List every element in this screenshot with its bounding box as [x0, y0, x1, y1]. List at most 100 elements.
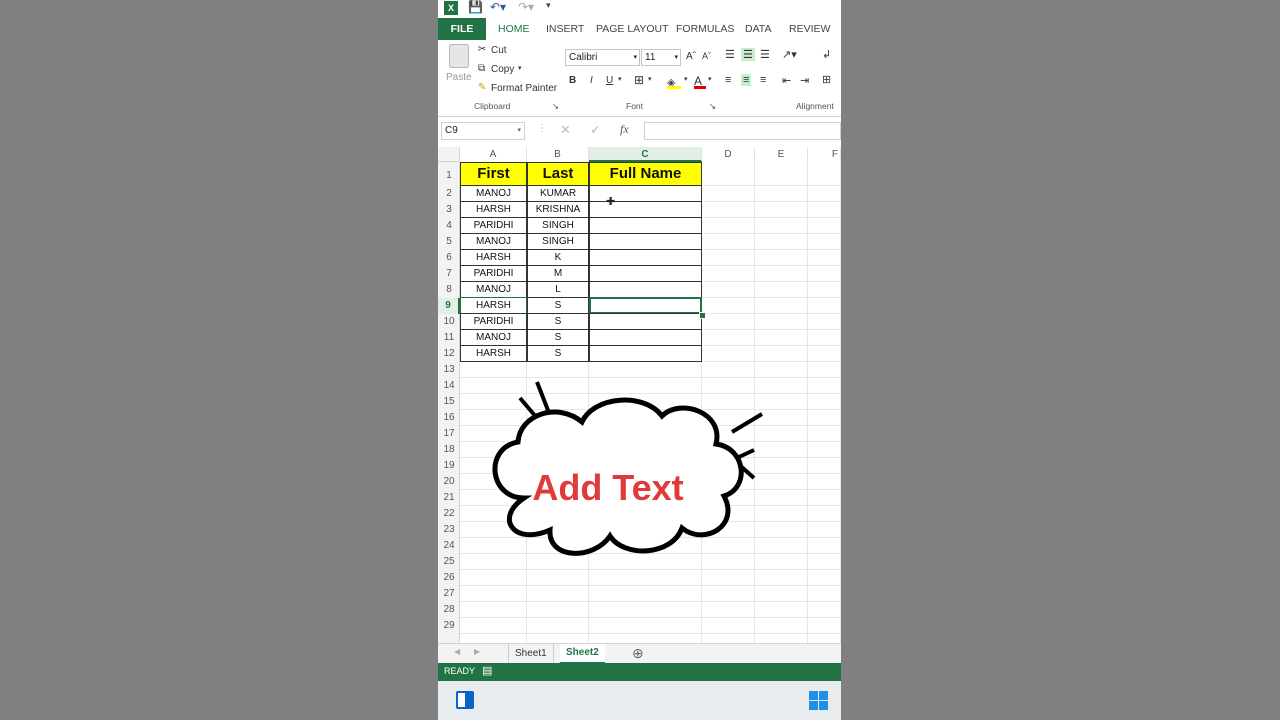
cut-button[interactable]: Cut: [491, 45, 507, 56]
add-sheet-icon[interactable]: ⊕: [632, 645, 644, 662]
column-header-d[interactable]: D: [702, 147, 755, 162]
table-cell-a[interactable]: MANOJ: [460, 233, 527, 250]
wrap-text-icon[interactable]: ↲: [822, 48, 831, 61]
table-cell-a[interactable]: HARSH: [460, 345, 527, 362]
tab-home[interactable]: HOME: [498, 18, 530, 40]
column-header-b[interactable]: B: [527, 147, 589, 162]
table-cell-a[interactable]: MANOJ: [460, 281, 527, 298]
sheet-scroll-right-icon[interactable]: ▶: [474, 647, 480, 656]
italic-button[interactable]: I: [590, 75, 593, 86]
row-header[interactable]: 22: [438, 506, 460, 522]
table-cell-c[interactable]: [589, 281, 702, 298]
merge-center-icon[interactable]: ⊞: [822, 73, 831, 86]
table-cell-b[interactable]: K: [527, 249, 589, 266]
save-icon[interactable]: 💾: [468, 0, 483, 14]
row-header[interactable]: 6: [438, 250, 460, 266]
bold-button[interactable]: B: [569, 75, 576, 86]
font-size-select[interactable]: 11 ▾: [641, 49, 681, 66]
table-cell-b[interactable]: SINGH: [527, 217, 589, 234]
row-header[interactable]: 28: [438, 602, 460, 618]
row-header[interactable]: 10: [438, 314, 460, 330]
row-header[interactable]: 26: [438, 570, 460, 586]
cancel-icon[interactable]: ✕: [560, 122, 571, 138]
enter-icon[interactable]: ✓: [590, 122, 601, 138]
tab-page-layout[interactable]: PAGE LAYOUT: [596, 18, 669, 40]
shrink-font-icon[interactable]: Aˇ: [702, 51, 711, 61]
table-cell-c[interactable]: [589, 217, 702, 234]
row-header[interactable]: 7: [438, 266, 460, 282]
row-header[interactable]: 13: [438, 362, 460, 378]
row-header[interactable]: 12: [438, 346, 460, 362]
font-color-icon[interactable]: A: [694, 72, 706, 89]
undo-icon[interactable]: ↶▾: [490, 0, 506, 14]
table-cell-a[interactable]: PARIDHI: [460, 313, 527, 330]
row-header[interactable]: 24: [438, 538, 460, 554]
row-header[interactable]: 2: [438, 186, 460, 202]
table-cell-c[interactable]: [589, 313, 702, 330]
row-header[interactable]: 17: [438, 426, 460, 442]
table-cell-c[interactable]: [589, 265, 702, 282]
row-header[interactable]: 4: [438, 218, 460, 234]
table-cell-b[interactable]: M: [527, 265, 589, 282]
row-header[interactable]: 16: [438, 410, 460, 426]
row-header[interactable]: 23: [438, 522, 460, 538]
customize-qat-icon[interactable]: ▾: [546, 0, 551, 11]
increase-indent-icon[interactable]: ⇥: [800, 74, 809, 87]
table-cell-c[interactable]: [589, 249, 702, 266]
row-header[interactable]: 25: [438, 554, 460, 570]
chevron-down-icon[interactable]: ▾: [708, 75, 712, 83]
row-header[interactable]: 8: [438, 282, 460, 298]
tab-data[interactable]: DATA: [745, 18, 771, 40]
align-center-icon[interactable]: ≡: [741, 74, 752, 86]
table-cell-b[interactable]: KRISHNA: [527, 201, 589, 218]
row-header[interactable]: 1: [438, 162, 460, 186]
orientation-icon[interactable]: ↗▾: [782, 48, 797, 61]
table-cell-a[interactable]: HARSH: [460, 297, 527, 314]
row-header[interactable]: 15: [438, 394, 460, 410]
row-header[interactable]: 21: [438, 490, 460, 506]
column-header-a[interactable]: A: [460, 147, 527, 162]
row-header[interactable]: 18: [438, 442, 460, 458]
tab-insert[interactable]: INSERT: [546, 18, 584, 40]
table-cell-a[interactable]: PARIDHI: [460, 265, 527, 282]
table-cell-a[interactable]: PARIDHI: [460, 217, 527, 234]
sheet-tab-sheet1[interactable]: Sheet1: [508, 644, 554, 663]
fill-color-icon[interactable]: ◈: [667, 73, 681, 89]
chevron-down-icon[interactable]: ▾: [648, 75, 652, 83]
row-header[interactable]: 29: [438, 618, 460, 634]
table-cell-c[interactable]: [589, 297, 702, 314]
macro-record-icon[interactable]: ▤: [482, 664, 492, 677]
header-cell-a[interactable]: First: [460, 162, 527, 186]
fill-handle[interactable]: [699, 312, 706, 319]
row-header[interactable]: 20: [438, 474, 460, 490]
sheet-scroll-left-icon[interactable]: ◀: [454, 647, 460, 656]
formula-input[interactable]: [644, 122, 841, 140]
task-view-icon[interactable]: [456, 691, 474, 709]
borders-icon[interactable]: ⊞: [634, 73, 644, 87]
table-cell-b[interactable]: S: [527, 313, 589, 330]
row-header[interactable]: 11: [438, 330, 460, 346]
table-cell-b[interactable]: S: [527, 329, 589, 346]
bottom-align-icon[interactable]: ☰: [760, 48, 770, 61]
name-box[interactable]: C9 ▾: [441, 122, 525, 140]
copy-button[interactable]: Copy: [491, 64, 514, 75]
table-cell-b[interactable]: KUMAR: [527, 185, 589, 202]
row-header[interactable]: 19: [438, 458, 460, 474]
decrease-indent-icon[interactable]: ⇤: [782, 74, 791, 87]
chevron-down-icon[interactable]: ▾: [618, 75, 622, 83]
tab-review[interactable]: REVIEW: [789, 18, 830, 40]
underline-button[interactable]: U: [606, 75, 613, 86]
table-cell-a[interactable]: HARSH: [460, 201, 527, 218]
table-cell-a[interactable]: HARSH: [460, 249, 527, 266]
insert-function-button[interactable]: fx: [620, 122, 629, 137]
tab-formulas[interactable]: FORMULAS: [676, 18, 734, 40]
font-launcher-icon[interactable]: ↘: [709, 101, 716, 112]
table-cell-a[interactable]: MANOJ: [460, 329, 527, 346]
windows-start-icon[interactable]: [809, 691, 828, 710]
table-cell-c[interactable]: [589, 329, 702, 346]
table-cell-b[interactable]: SINGH: [527, 233, 589, 250]
table-cell-b[interactable]: L: [527, 281, 589, 298]
row-header[interactable]: 3: [438, 202, 460, 218]
middle-align-icon[interactable]: ☰: [741, 48, 755, 61]
column-header-e[interactable]: E: [755, 147, 808, 162]
